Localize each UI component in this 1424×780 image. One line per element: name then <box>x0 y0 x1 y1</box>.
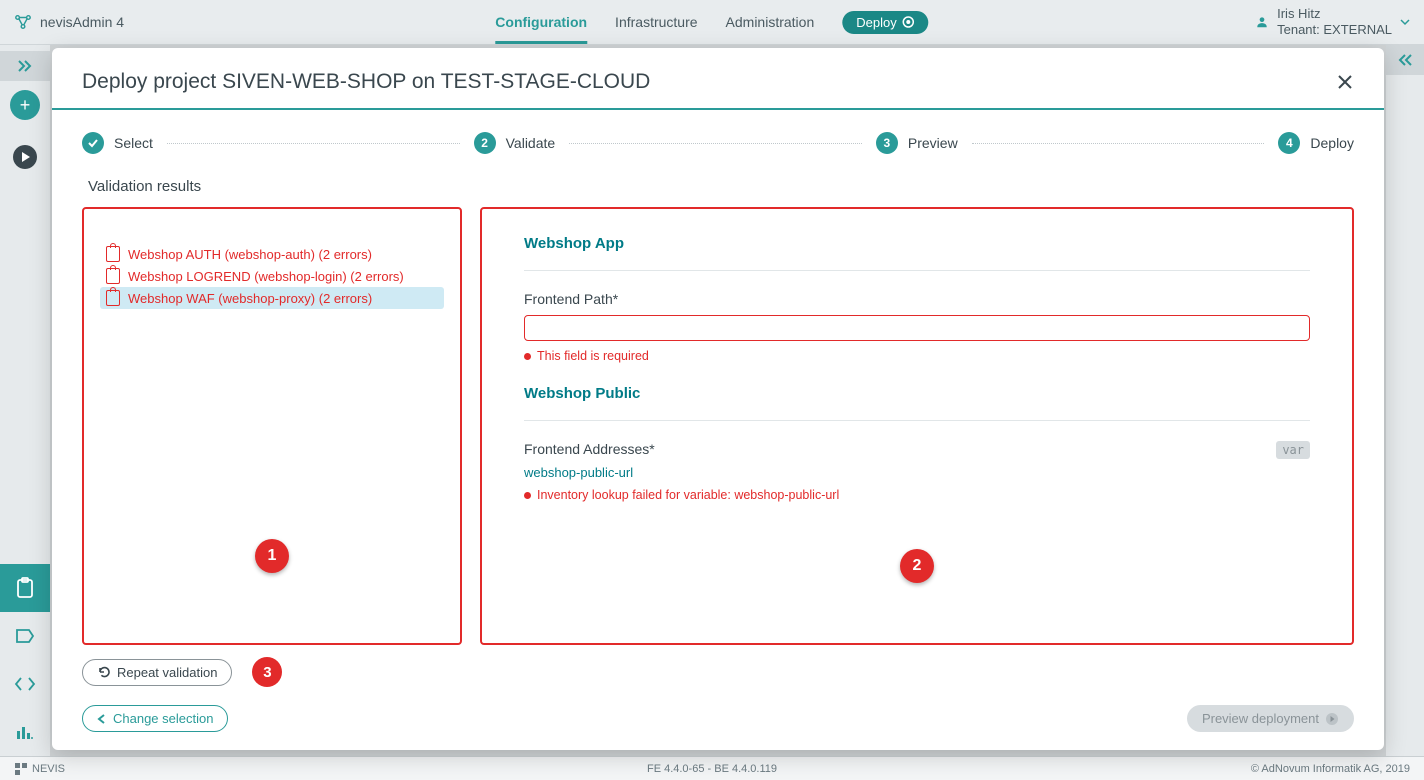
close-icon <box>1336 73 1354 91</box>
footer: NEVIS FE 4.4.0-65 - BE 4.4.0.119 © AdNov… <box>0 756 1424 780</box>
user-tenant: Tenant: EXTERNAL <box>1277 22 1392 38</box>
footer-brand: NEVIS <box>32 763 65 775</box>
footer-copyright: © AdNovum Informatik AG, 2019 <box>1251 763 1410 775</box>
check-icon <box>82 132 104 154</box>
sidebar-collapse-button[interactable] <box>0 51 50 81</box>
tag-icon <box>15 627 35 645</box>
step-number: 2 <box>474 132 496 154</box>
frontend-addresses-label: Frontend Addresses* <box>524 441 1310 457</box>
sidebar-stats-button[interactable] <box>0 708 50 756</box>
footer-logo-icon <box>14 762 28 776</box>
validation-list: Webshop AUTH (webshop-auth) (2 errors) W… <box>90 227 454 325</box>
chevron-left-icon <box>97 714 107 724</box>
chevrons-right-icon <box>17 59 33 73</box>
nav-administration[interactable]: Administration <box>726 2 815 42</box>
footer-version: FE 4.4.0-65 - BE 4.4.0.119 <box>647 763 777 775</box>
validation-item-label: Webshop LOGREND (webshop-login) (2 error… <box>128 269 404 284</box>
error-dot-icon <box>524 353 531 360</box>
step-deploy[interactable]: 4 Deploy <box>1278 132 1354 154</box>
sidebar-clipboard-button[interactable] <box>0 564 50 612</box>
step-validate[interactable]: 2 Validate <box>474 132 556 154</box>
variable-link[interactable]: webshop-public-url <box>524 465 1310 480</box>
annotation-badge-2: 2 <box>900 549 934 583</box>
var-badge[interactable]: var <box>1276 441 1310 459</box>
sidebar-code-button[interactable] <box>0 660 50 708</box>
field-error-text: This field is required <box>537 349 649 363</box>
plus-icon: + <box>10 90 40 120</box>
validation-detail-panel: Webshop App Frontend Path* This field is… <box>480 207 1354 645</box>
deploy-label: Deploy <box>856 15 896 30</box>
step-validate-label: Validate <box>506 135 556 151</box>
validation-item-label: Webshop WAF (webshop-proxy) (2 errors) <box>128 291 372 306</box>
modal-title: Deploy project SIVEN-WEB-SHOP on TEST-ST… <box>82 70 650 94</box>
clipboard-error-icon <box>106 290 120 306</box>
bar-chart-icon <box>16 724 34 740</box>
code-icon <box>14 676 36 692</box>
preview-deployment-label: Preview deployment <box>1202 711 1319 726</box>
chevrons-left-icon <box>1397 53 1413 67</box>
step-number: 4 <box>1278 132 1300 154</box>
step-select[interactable]: Select <box>82 132 153 154</box>
play-circle-icon <box>12 144 38 170</box>
sidebar-tag-button[interactable] <box>0 612 50 660</box>
sidebar-right <box>1386 45 1424 756</box>
detail-section-heading: Webshop App <box>524 235 1310 252</box>
clipboard-error-icon <box>106 246 120 262</box>
repeat-validation-label: Repeat validation <box>117 665 217 680</box>
change-selection-button[interactable]: Change selection <box>82 705 228 732</box>
validation-results-heading: Validation results <box>88 178 1354 195</box>
field-error-text: Inventory lookup failed for variable: we… <box>537 488 839 502</box>
user-name: Iris Hitz <box>1277 6 1320 22</box>
validation-item[interactable]: Webshop WAF (webshop-proxy) (2 errors) <box>100 287 444 309</box>
product-logo-icon <box>14 13 32 31</box>
modal-divider <box>52 108 1384 110</box>
step-select-label: Select <box>114 135 153 151</box>
modal-close-button[interactable] <box>1336 73 1354 91</box>
validation-item-label: Webshop AUTH (webshop-auth) (2 errors) <box>128 247 372 262</box>
top-navbar: nevisAdmin 4 Configuration Infrastructur… <box>0 0 1424 45</box>
step-preview-label: Preview <box>908 135 958 151</box>
step-preview[interactable]: 3 Preview <box>876 132 958 154</box>
user-info: Iris Hitz Tenant: EXTERNAL <box>1277 6 1392 37</box>
step-deploy-label: Deploy <box>1310 135 1354 151</box>
wizard-stepper: Select 2 Validate 3 Preview 4 Deploy <box>82 132 1354 154</box>
validation-list-panel: Webshop AUTH (webshop-auth) (2 errors) W… <box>82 207 462 645</box>
clipboard-icon <box>15 577 35 599</box>
validation-item[interactable]: Webshop AUTH (webshop-auth) (2 errors) <box>100 243 444 265</box>
frontend-path-input[interactable] <box>524 315 1310 341</box>
clipboard-error-icon <box>106 268 120 284</box>
main-nav: Configuration Infrastructure Administrat… <box>495 2 928 42</box>
sidebar-left: + <box>0 45 50 756</box>
frontend-path-label: Frontend Path* <box>524 291 1310 307</box>
sidebar-play-button[interactable] <box>0 133 50 181</box>
user-menu[interactable]: Iris Hitz Tenant: EXTERNAL <box>1255 6 1410 37</box>
field-error: Inventory lookup failed for variable: we… <box>524 488 1310 502</box>
deploy-modal: Deploy project SIVEN-WEB-SHOP on TEST-ST… <box>52 48 1384 750</box>
chevron-down-icon <box>1400 17 1410 27</box>
sidebar-add-button[interactable]: + <box>0 81 50 129</box>
user-icon <box>1255 15 1269 29</box>
error-dot-icon <box>524 492 531 499</box>
nav-configuration[interactable]: Configuration <box>495 2 587 42</box>
annotation-badge-1: 1 <box>255 539 289 573</box>
product-title: nevisAdmin 4 <box>40 14 124 30</box>
deploy-dot-icon <box>903 16 915 28</box>
validation-item[interactable]: Webshop LOGREND (webshop-login) (2 error… <box>100 265 444 287</box>
repeat-validation-button[interactable]: Repeat validation <box>82 659 232 686</box>
step-number: 3 <box>876 132 898 154</box>
navbar-brand: nevisAdmin 4 <box>14 13 124 31</box>
change-selection-label: Change selection <box>113 711 213 726</box>
nav-infrastructure[interactable]: Infrastructure <box>615 2 697 42</box>
detail-section-heading: Webshop Public <box>524 385 1310 402</box>
field-error: This field is required <box>524 349 1310 363</box>
sidebar-right-collapse-button[interactable] <box>1386 45 1424 75</box>
deploy-button[interactable]: Deploy <box>842 11 928 34</box>
undo-icon <box>97 665 111 679</box>
annotation-badge-3: 3 <box>252 657 282 687</box>
preview-deployment-button: Preview deployment <box>1187 705 1354 732</box>
chevron-right-icon <box>1325 712 1339 726</box>
